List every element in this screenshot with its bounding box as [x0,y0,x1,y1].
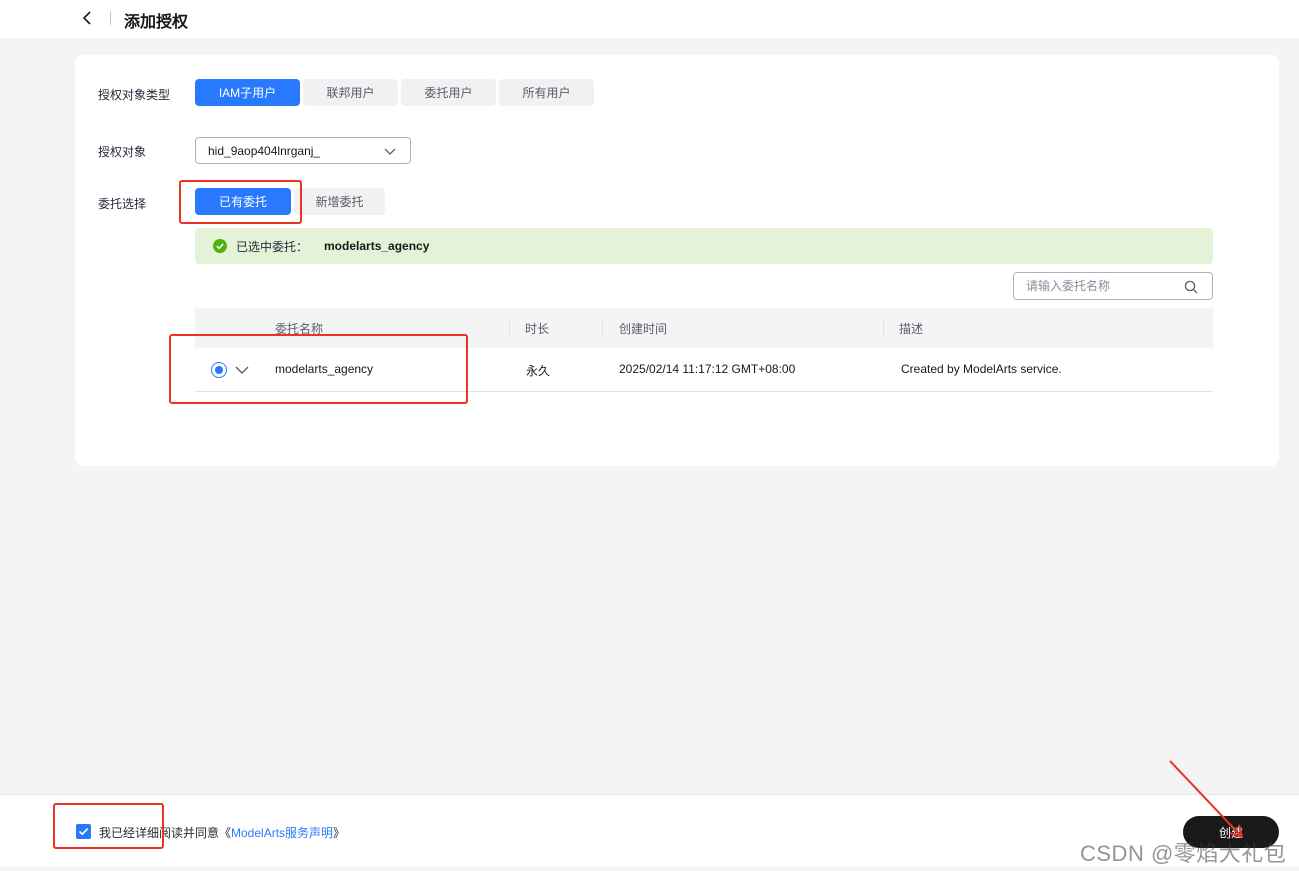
agency-label: 委托选择 [98,197,147,211]
target-select-value: hid_9aop404lnrganj_ [208,143,321,158]
agree-checkbox[interactable] [76,824,91,839]
type-segmented: IAM子用户 联邦用户 委托用户 所有用户 [195,79,594,106]
top-bar: 添加授权 [0,0,1299,38]
row-radio[interactable] [211,362,227,378]
target-select[interactable]: hid_9aop404lnrganj_ [195,137,411,164]
notice-value: modelarts_agency [324,239,430,253]
agency-search-input[interactable] [1014,273,1174,299]
type-label: 授权对象类型 [98,88,171,102]
agency-option-new[interactable]: 新增委托 [294,188,385,215]
target-label: 授权对象 [98,145,147,159]
chevron-down-icon [384,145,396,160]
agency-segmented: 已有委托 新增委托 [195,188,385,215]
cell-duration: 永久 [526,364,551,378]
table-row[interactable]: modelarts_agency 永久 2025/02/14 11:17:12 … [195,348,1213,392]
service-statement-link[interactable]: ModelArts服务声明 [231,826,333,840]
cell-created: 2025/02/14 11:17:12 GMT+08:00 [619,362,796,376]
type-option-all[interactable]: 所有用户 [499,79,594,106]
agree-suffix: 》 [333,826,346,840]
table-header: 委托名称 时长 创建时间 描述 [195,308,1213,348]
agency-option-existing[interactable]: 已有委托 [195,188,291,215]
column-header-created: 创建时间 [619,322,668,336]
cell-name: modelarts_agency [275,362,374,376]
type-option-iam[interactable]: IAM子用户 [195,79,300,106]
search-icon[interactable] [1184,280,1198,297]
chevron-down-icon[interactable] [235,364,249,378]
type-option-agency-user[interactable]: 委托用户 [401,79,496,106]
back-arrow-icon[interactable] [80,9,96,27]
column-divider [509,321,510,335]
agency-search [1013,272,1213,300]
title-divider [110,11,111,25]
column-header-duration: 时长 [525,322,550,336]
cell-description: Created by ModelArts service. [901,362,1062,376]
watermark-text: CSDN @零焰大礼包 [1080,841,1287,866]
page-title: 添加授权 [124,14,189,31]
success-check-icon [213,239,227,253]
type-option-federated[interactable]: 联邦用户 [303,79,398,106]
column-divider [602,321,603,335]
column-divider [883,321,884,335]
bottom-strip [0,867,1299,871]
column-header-name: 委托名称 [275,322,324,336]
notice-label: 已选中委托： [236,239,309,254]
column-header-description: 描述 [899,322,924,336]
selected-agency-notice: 已选中委托： modelarts_agency [195,228,1213,264]
agree-prefix: 我已经详细阅读并同意《 [99,826,232,840]
agree-text: 我已经详细阅读并同意《ModelArts服务声明》 [99,824,345,841]
